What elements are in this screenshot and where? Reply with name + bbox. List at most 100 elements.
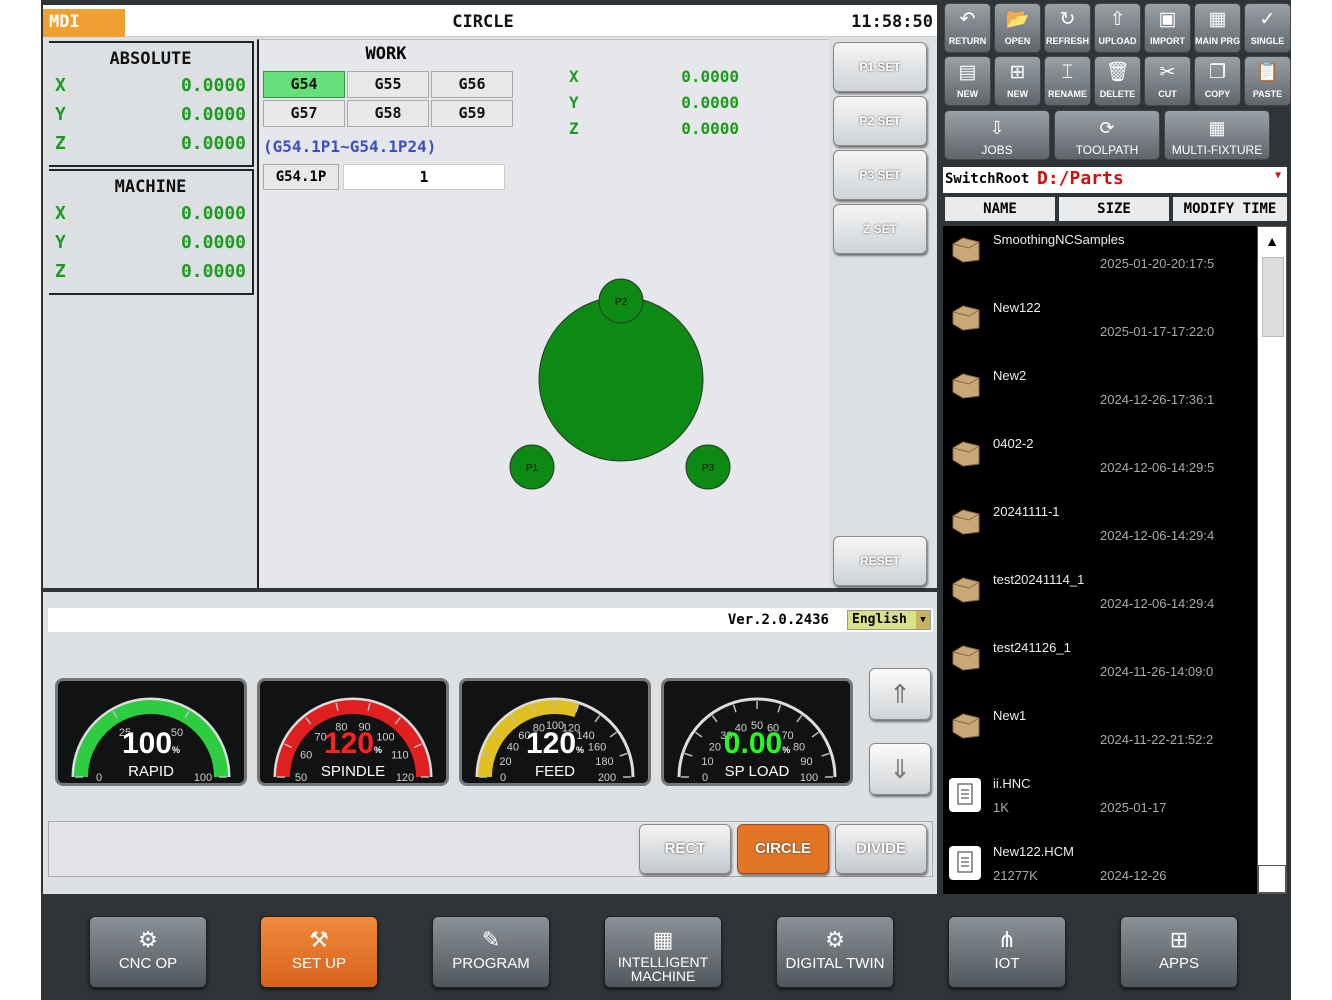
gauge-value: 100%: [58, 727, 244, 761]
cut-button[interactable]: ✂ CUT: [1144, 56, 1191, 106]
main-prg-icon: ▦: [1208, 9, 1227, 30]
button-label: RETURN: [948, 36, 987, 46]
list-item[interactable]: New122 2025-01-17-17:22:0: [943, 294, 1257, 362]
file-name: test20241114_1: [993, 572, 1085, 587]
gauge-unit: %: [172, 745, 181, 755]
file-name: ii.HNC: [993, 776, 1031, 791]
p3-set-button[interactable]: P3 SET: [833, 150, 927, 200]
nav-set-up[interactable]: ⚒ SET UP: [260, 916, 378, 988]
import-icon: ▣: [1158, 9, 1177, 30]
cnc-app: MDI CIRCLE 11:58:50 ABSOLUTE X 0.0000 Y 0.…: [41, 0, 1291, 1000]
scrollbar[interactable]: ▲: [1257, 226, 1287, 894]
button-label: CUT: [1158, 89, 1177, 99]
list-item[interactable]: New1 2024-11-22-21:52:2: [943, 702, 1257, 770]
list-item[interactable]: New122.HCM 21277K 2024-12-26: [943, 838, 1257, 894]
file-size: 1K: [993, 800, 1009, 815]
rect-button[interactable]: RECT: [639, 824, 731, 874]
p2-set-button[interactable]: P2 SET: [833, 96, 927, 146]
file-name: New2: [993, 368, 1027, 383]
rename-button[interactable]: ⌶ RENAME: [1044, 56, 1091, 106]
button-label: PASTE: [1252, 89, 1283, 99]
single-button[interactable]: ✓ SINGLE: [1244, 3, 1291, 53]
file-time: 2025-01-17-17:22:0: [1100, 324, 1215, 339]
nav-digital-twin[interactable]: ⚙ DIGITAL TWIN: [776, 916, 894, 988]
axis-label: X: [55, 75, 66, 96]
arrow-up-button[interactable]: ⇑: [869, 668, 931, 720]
language-value: English: [852, 612, 907, 627]
list-item[interactable]: 0402-2 2024-12-06-14:29:5: [943, 430, 1257, 498]
mode-indicator: MDI: [43, 9, 125, 37]
jobs-button[interactable]: ⇩ JOBS: [944, 110, 1050, 160]
scroll-thumb[interactable]: [1262, 257, 1284, 337]
list-item[interactable]: New2 2024-12-26-17:36:1: [943, 362, 1257, 430]
list-item[interactable]: ii.HNC 1K 2025-01-17: [943, 770, 1257, 838]
gauge-tick: [594, 715, 601, 723]
chevron-down-icon[interactable]: ▼: [1275, 170, 1281, 181]
scroll-bottom[interactable]: [1258, 865, 1286, 893]
divide-button[interactable]: DIVIDE: [835, 824, 927, 874]
language-select[interactable]: English ▼: [847, 610, 931, 630]
list-item[interactable]: SmoothingNCSamples 2025-01-20-20:17:5: [943, 226, 1257, 294]
p2-label: P2: [615, 297, 628, 308]
new-button[interactable]: ▤ NEW: [944, 56, 991, 106]
copy-button[interactable]: ❐ COPY: [1194, 56, 1241, 106]
setup-panel: MDI CIRCLE 11:58:50 ABSOLUTE X 0.0000 Y 0.…: [43, 5, 937, 588]
file-time: 2024-11-26-14:09:0: [1100, 664, 1214, 679]
upload-button[interactable]: ⇧ UPLOAD: [1094, 3, 1141, 53]
file-list[interactable]: SmoothingNCSamples 2025-01-20-20:17:5 New1…: [943, 226, 1257, 894]
z-set-button[interactable]: Z SET: [833, 204, 927, 254]
list-item[interactable]: test20241114_1 2024-12-06-14:29:4: [943, 566, 1257, 634]
button-label: SINGLE: [1250, 36, 1285, 46]
list-item[interactable]: 20241111-1 2024-12-06-14:29:4: [943, 498, 1257, 566]
axis-label: X: [55, 203, 66, 224]
axis-value: 0.0000: [180, 75, 246, 96]
column-name[interactable]: NAME: [945, 197, 1055, 221]
paste-button[interactable]: 📋 PASTE: [1244, 56, 1291, 106]
paste-icon: 📋: [1255, 62, 1280, 83]
delete-button[interactable]: 🗑 DELETE: [1094, 56, 1141, 106]
nav-label: CNC OP: [118, 955, 178, 972]
gauge-unit: %: [374, 745, 383, 755]
reset-button[interactable]: RESET: [833, 536, 927, 586]
file-name: 20241111-1: [993, 504, 1060, 519]
new-button[interactable]: ⊞ NEW: [994, 56, 1041, 106]
nav-iot[interactable]: ⋔ IOT: [948, 916, 1066, 988]
upload-icon: ⇧: [1109, 9, 1126, 30]
absolute-row-x: X 0.0000: [49, 71, 252, 100]
title-bar: MDI CIRCLE 11:58:50: [43, 5, 937, 37]
status-panel: Ver.2.0.2436 English ▼ 0 25 50 100 100% RAPID…: [43, 592, 937, 894]
scroll-up-icon[interactable]: ▲: [1258, 227, 1286, 255]
nav-cnc-op[interactable]: ⚙ CNC OP: [89, 916, 207, 988]
column-size[interactable]: SIZE: [1059, 197, 1169, 221]
circle-button[interactable]: CIRCLE: [737, 824, 829, 874]
toolpath-icon: ⟳: [1099, 118, 1115, 138]
circle-diagram: P2 P1 P3: [509, 278, 731, 490]
bottom-nav: ⚙ CNC OP ⚒ SET UP ✎ PROGRAM ▦ INTELLIGENT MACHI…: [41, 898, 1291, 1000]
chevron-down-icon[interactable]: ▼: [916, 611, 930, 629]
switch-root-select[interactable]: D:/Parts ▼: [1037, 168, 1285, 192]
refresh-icon: ↻: [1059, 9, 1076, 30]
version-bar: Ver.2.0.2436 English ▼: [48, 608, 933, 632]
return-button[interactable]: ↶ RETURN: [944, 3, 991, 53]
gauge-spindle: 50 60 70 80 90 100 110 120 120% SPINDLE: [257, 678, 449, 786]
nav-program[interactable]: ✎ PROGRAM: [432, 916, 550, 988]
nav-iot-icon: ⋔: [997, 927, 1017, 952]
switch-root-label: SwitchRoot: [945, 171, 1030, 187]
list-item[interactable]: test241126_1 2024-11-26-14:09:0: [943, 634, 1257, 702]
column-modify-time[interactable]: MODIFY TIME: [1173, 197, 1287, 221]
multi-fixture-button[interactable]: ▦ MULTI-FIXTURE: [1164, 110, 1270, 160]
nav-apps[interactable]: ⊞ APPS: [1120, 916, 1238, 988]
gauge-label: RAPID: [128, 763, 174, 780]
file-name: New122: [993, 300, 1041, 315]
main-prg-button[interactable]: ▦ MAIN PRG: [1194, 3, 1241, 53]
arrow-down-button[interactable]: ⇓: [869, 743, 931, 795]
nav-intelligent-machine[interactable]: ▦ INTELLIGENT MACHINE: [604, 916, 722, 988]
import-button[interactable]: ▣ IMPORT: [1144, 3, 1191, 53]
refresh-button[interactable]: ↻ REFRESH: [1044, 3, 1091, 53]
nav-label: DIGITAL TWIN: [785, 955, 885, 972]
p1-set-button[interactable]: P1 SET: [833, 42, 927, 92]
machine-title: MACHINE: [114, 177, 187, 197]
toolpath-button[interactable]: ⟳ TOOLPATH: [1054, 110, 1160, 160]
open-button[interactable]: 📂 OPEN: [994, 3, 1041, 53]
switch-root: SwitchRoot D:/Parts ▼: [943, 167, 1287, 193]
